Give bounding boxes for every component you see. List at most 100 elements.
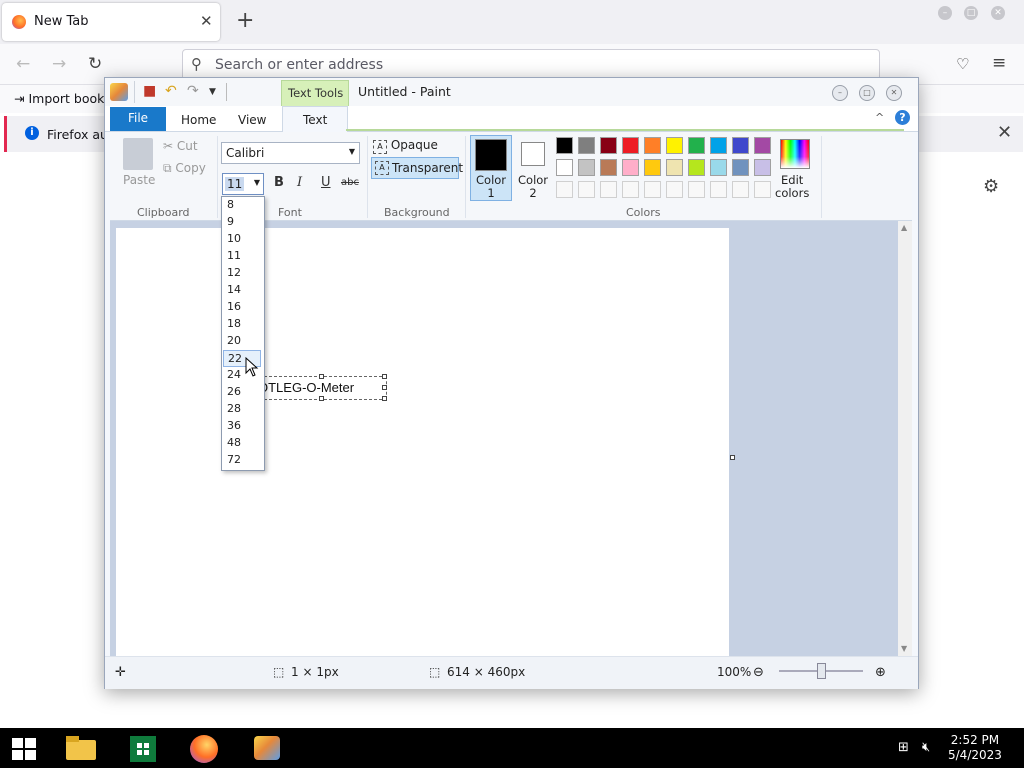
paste-button[interactable]: Paste xyxy=(123,173,155,187)
scroll-up-icon[interactable]: ▲ xyxy=(901,223,907,232)
palette-color-swatch[interactable] xyxy=(688,159,705,176)
custom-color-slot[interactable] xyxy=(556,181,573,198)
vertical-scrollbar[interactable]: ▲ ▼ xyxy=(898,221,912,657)
import-bookmarks-link[interactable]: ⇥ Import bookm xyxy=(14,91,117,106)
tab-home[interactable]: Home xyxy=(181,113,216,127)
hamburger-menu-icon[interactable]: ≡ xyxy=(992,53,1006,73)
tab-close-icon[interactable]: ✕ xyxy=(200,12,213,30)
drawing-canvas[interactable] xyxy=(116,228,729,656)
palette-color-swatch[interactable] xyxy=(622,137,639,154)
paste-icon[interactable] xyxy=(123,138,153,170)
font-size-select[interactable]: 11 ▼ xyxy=(222,173,264,195)
help-icon[interactable]: ? xyxy=(895,110,910,125)
network-icon[interactable]: ⊞ xyxy=(898,740,909,755)
notification-close-icon[interactable]: ✕ xyxy=(997,122,1012,143)
custom-color-slot[interactable] xyxy=(644,181,661,198)
paint-maximize-button[interactable]: □ xyxy=(859,85,875,101)
text-box-handle[interactable] xyxy=(319,374,324,379)
palette-color-swatch[interactable] xyxy=(732,159,749,176)
palette-color-swatch[interactable] xyxy=(600,159,617,176)
color2-button[interactable] xyxy=(521,142,545,166)
underline-button[interactable]: U xyxy=(321,175,331,190)
custom-color-slot[interactable] xyxy=(578,181,595,198)
custom-color-slot[interactable] xyxy=(710,181,727,198)
tab-view[interactable]: View xyxy=(238,113,266,127)
transparent-button[interactable]: A Transparent xyxy=(371,157,463,179)
custom-color-slot[interactable] xyxy=(622,181,639,198)
custom-color-slot[interactable] xyxy=(732,181,749,198)
zoom-in-icon[interactable]: ⊕ xyxy=(875,665,886,680)
font-family-select[interactable]: Calibri ▼ xyxy=(221,142,360,164)
palette-color-swatch[interactable] xyxy=(578,137,595,154)
font-size-option-10[interactable]: 10 xyxy=(223,231,261,248)
font-size-option-16[interactable]: 16 xyxy=(223,299,261,316)
font-size-option-72[interactable]: 72 xyxy=(223,452,261,469)
opaque-button[interactable]: A Opaque xyxy=(373,138,438,154)
palette-color-swatch[interactable] xyxy=(710,159,727,176)
palette-color-swatch[interactable] xyxy=(666,137,683,154)
browser-maximize-button[interactable]: □ xyxy=(964,6,978,20)
forward-arrow-icon[interactable]: → xyxy=(52,54,66,74)
firefox-taskbar-icon[interactable] xyxy=(188,732,222,764)
palette-color-swatch[interactable] xyxy=(754,137,771,154)
paint-app-icon[interactable] xyxy=(110,83,128,101)
font-size-option-36[interactable]: 36 xyxy=(223,418,261,435)
palette-color-swatch[interactable] xyxy=(754,159,771,176)
zoom-out-icon[interactable]: ⊖ xyxy=(753,665,764,680)
palette-color-swatch[interactable] xyxy=(688,137,705,154)
custom-color-slot[interactable] xyxy=(666,181,683,198)
copy-button[interactable]: ⧉ Copy xyxy=(163,161,206,176)
bold-button[interactable]: B xyxy=(274,175,284,190)
custom-color-slot[interactable] xyxy=(688,181,705,198)
palette-color-swatch[interactable] xyxy=(644,159,661,176)
palette-color-swatch[interactable] xyxy=(666,159,683,176)
strikethrough-button[interactable]: abc xyxy=(341,177,359,188)
back-arrow-icon[interactable]: ← xyxy=(16,54,30,74)
palette-color-swatch[interactable] xyxy=(622,159,639,176)
font-size-option-11[interactable]: 11 xyxy=(223,248,261,265)
microsoft-store-icon[interactable] xyxy=(128,732,162,764)
custom-color-slot[interactable] xyxy=(600,181,617,198)
windows-start-button[interactable] xyxy=(12,738,36,760)
cut-button[interactable]: ✂ Cut xyxy=(163,139,198,153)
canvas-text[interactable]: OTLEG-O-Meter xyxy=(258,380,354,395)
custom-color-slot[interactable] xyxy=(754,181,771,198)
tab-file[interactable]: File xyxy=(110,107,166,131)
gear-icon[interactable]: ⚙ xyxy=(983,176,999,197)
canvas-resize-handle[interactable] xyxy=(730,455,735,460)
font-size-option-20[interactable]: 20 xyxy=(223,333,261,350)
undo-icon[interactable]: ↶ xyxy=(165,83,177,99)
text-box-handle[interactable] xyxy=(382,374,387,379)
browser-tab-new-tab[interactable]: New Tab ✕ xyxy=(2,3,220,41)
palette-color-swatch[interactable] xyxy=(556,159,573,176)
scroll-down-icon[interactable]: ▼ xyxy=(901,644,907,653)
edit-colors-button[interactable] xyxy=(780,139,810,169)
paint-taskbar-icon[interactable] xyxy=(251,732,285,764)
font-size-option-12[interactable]: 12 xyxy=(223,265,261,282)
font-size-option-18[interactable]: 18 xyxy=(223,316,261,333)
file-explorer-icon[interactable] xyxy=(64,732,98,764)
new-tab-button[interactable]: + xyxy=(236,8,254,34)
browser-close-button[interactable]: ✕ xyxy=(991,6,1005,20)
font-size-option-26[interactable]: 26 xyxy=(223,384,261,401)
font-size-option-28[interactable]: 28 xyxy=(223,401,261,418)
italic-button[interactable]: I xyxy=(297,175,302,190)
text-box-handle[interactable] xyxy=(382,396,387,401)
redo-icon[interactable]: ↷ xyxy=(187,83,199,99)
text-box[interactable]: OTLEG-O-Meter xyxy=(257,374,387,401)
paint-close-button[interactable]: ✕ xyxy=(886,85,902,101)
save-icon[interactable]: ■ xyxy=(143,83,156,99)
text-box-handle[interactable] xyxy=(382,385,387,390)
font-size-option-48[interactable]: 48 xyxy=(223,435,261,452)
paint-minimize-button[interactable]: – xyxy=(832,85,848,101)
zoom-slider-thumb[interactable] xyxy=(817,663,826,679)
volume-muted-icon[interactable]: 🔇︎ xyxy=(922,740,930,755)
collapse-ribbon-icon[interactable]: ^ xyxy=(875,111,884,124)
palette-color-swatch[interactable] xyxy=(710,137,727,154)
browser-minimize-button[interactable]: – xyxy=(938,6,952,20)
tab-text[interactable]: Text xyxy=(303,113,327,127)
palette-color-swatch[interactable] xyxy=(578,159,595,176)
font-size-option-9[interactable]: 9 xyxy=(223,214,261,231)
palette-color-swatch[interactable] xyxy=(556,137,573,154)
font-size-option-8[interactable]: 8 xyxy=(223,197,261,214)
